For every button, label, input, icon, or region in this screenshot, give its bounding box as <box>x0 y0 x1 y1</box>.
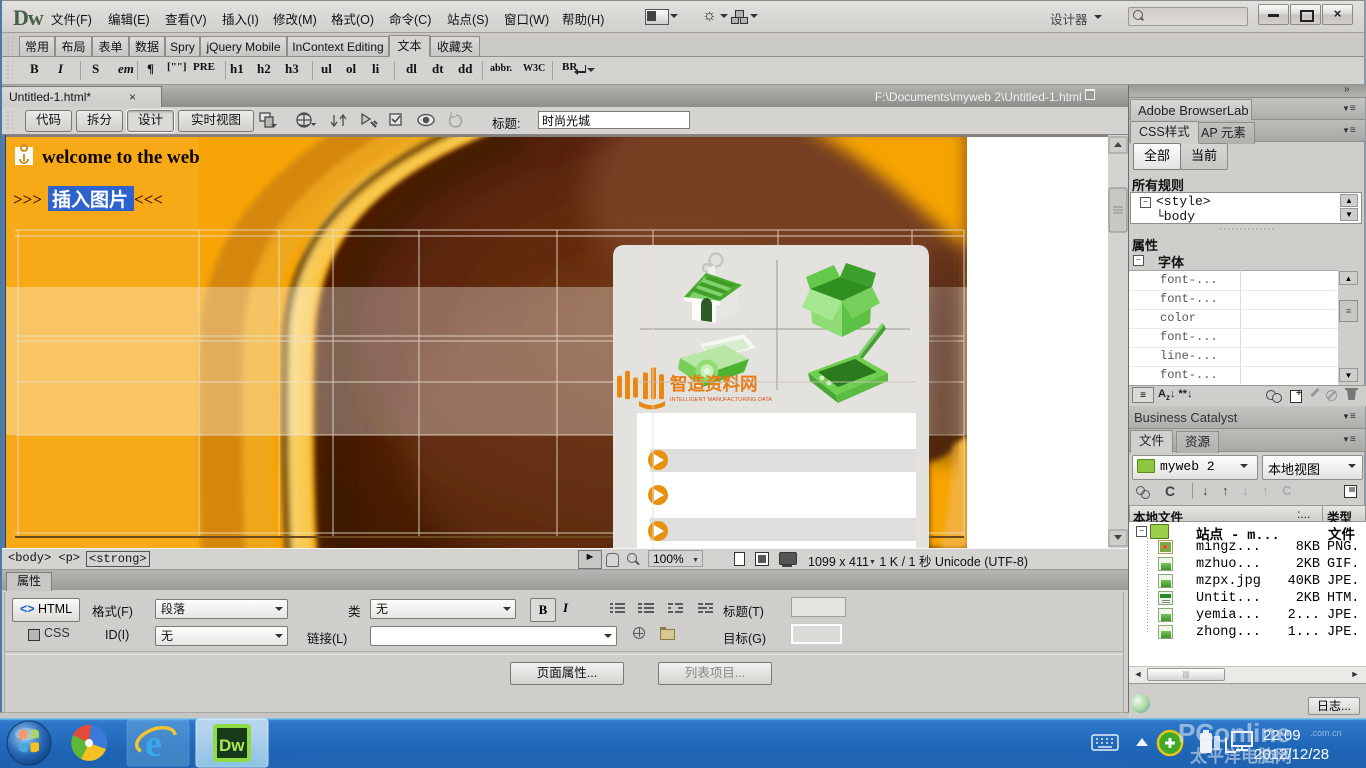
svg-text:插入图片: 插入图片 <box>52 188 128 211</box>
svg-text:Dw: Dw <box>219 736 245 755</box>
svg-text:welcome to the web: welcome to the web <box>42 147 200 168</box>
svg-text:<<<: <<< <box>134 190 163 209</box>
svg-text:智造资料网: 智造资料网 <box>670 374 758 394</box>
svg-text:PConline: PConline <box>1178 718 1291 748</box>
svg-text:太平洋电脑网: 太平洋电脑网 <box>1190 746 1292 766</box>
svg-text:>>>: >>> <box>13 190 42 209</box>
svg-text:INTELLIGENT MANUFACTURING DATA: INTELLIGENT MANUFACTURING DATA <box>670 397 772 403</box>
svg-text:.com.cn: .com.cn <box>1310 728 1342 738</box>
